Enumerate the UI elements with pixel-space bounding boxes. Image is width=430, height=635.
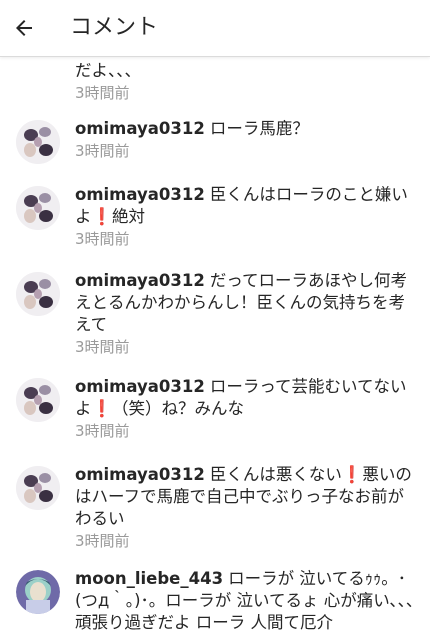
comment-username[interactable]: moon_liebe_443 bbox=[75, 569, 223, 588]
comment-username[interactable]: omimaya0312 bbox=[75, 119, 205, 138]
avatar[interactable] bbox=[16, 272, 60, 316]
comment-time: 3時間前 bbox=[75, 532, 130, 550]
comment-message: 絶対 bbox=[112, 207, 146, 226]
partial-comment: だよ、、、 3時間前 bbox=[75, 60, 415, 103]
avatar[interactable] bbox=[16, 570, 60, 614]
comment-body: omimaya0312 ローラって芸能むいてないよ❗（笑）ね？みんな 3時間前 bbox=[75, 376, 415, 441]
avatar[interactable] bbox=[16, 378, 60, 422]
comment-message: （笑）ね？みんな bbox=[112, 399, 245, 418]
comment-text: omimaya0312 臣くんはローラのこと嫌いよ❗絶対 bbox=[75, 184, 415, 228]
avatar[interactable] bbox=[16, 186, 60, 230]
exclamation-icon: ❗ bbox=[91, 207, 113, 226]
comment-message: 臣くんは悪くない bbox=[209, 465, 342, 484]
comment-username[interactable]: omimaya0312 bbox=[75, 271, 205, 290]
comment-message: ローラ馬鹿？ bbox=[209, 119, 309, 138]
avatar[interactable] bbox=[16, 120, 60, 164]
comment-body: omimaya0312 臣くんは悪くない❗悪いのはハーフで馬鹿で自己中でぶりっ子な… bbox=[75, 464, 415, 551]
comment-time: 3時間前 bbox=[75, 338, 130, 356]
comment-body: moon_liebe_443 ローラが 泣いてるｩｩ。･(つд｀｡)･。ローラが … bbox=[75, 568, 415, 634]
avatar[interactable] bbox=[16, 466, 60, 510]
comment-list[interactable]: だよ、、、 3時間前 omimaya0312 ローラ馬鹿？ 3時間前 omimaya0… bbox=[0, 56, 430, 635]
comment-text: omimaya0312 だってローラあほやし何考えとるんかわからんし！臣くんの気持… bbox=[75, 270, 415, 336]
comment-time: 3時間前 bbox=[75, 84, 130, 102]
comment-text: だよ、、、 bbox=[75, 61, 141, 80]
comment-username[interactable]: omimaya0312 bbox=[75, 377, 205, 396]
comment-text: moon_liebe_443 ローラが 泣いてるｩｩ。･(つд｀｡)･。ローラが … bbox=[75, 568, 415, 634]
comment-username[interactable]: omimaya0312 bbox=[75, 465, 205, 484]
back-button[interactable] bbox=[6, 10, 42, 46]
comment-text: omimaya0312 臣くんは悪くない❗悪いのはハーフで馬鹿で自己中でぶりっ子な… bbox=[75, 464, 415, 530]
comment-username[interactable]: omimaya0312 bbox=[75, 185, 205, 204]
comment-body: omimaya0312 臣くんはローラのこと嫌いよ❗絶対 3時間前 bbox=[75, 184, 415, 249]
exclamation-icon: ❗ bbox=[341, 465, 363, 484]
comment-body: omimaya0312 だってローラあほやし何考えとるんかわからんし！臣くんの気持… bbox=[75, 270, 415, 357]
comment-body: omimaya0312 ローラ馬鹿？ 3時間前 bbox=[75, 118, 415, 161]
arrow-back-icon bbox=[16, 20, 32, 36]
exclamation-icon: ❗ bbox=[91, 399, 113, 418]
comment-text: omimaya0312 ローラ馬鹿？ bbox=[75, 118, 415, 140]
comment-text: omimaya0312 ローラって芸能むいてないよ❗（笑）ね？みんな bbox=[75, 376, 415, 420]
comment-time: 3時間前 bbox=[75, 230, 130, 248]
comment-time: 3時間前 bbox=[75, 142, 130, 160]
page-title: コメント bbox=[70, 15, 159, 40]
top-app-bar: コメント bbox=[0, 0, 430, 57]
comment-time: 3時間前 bbox=[75, 422, 130, 440]
